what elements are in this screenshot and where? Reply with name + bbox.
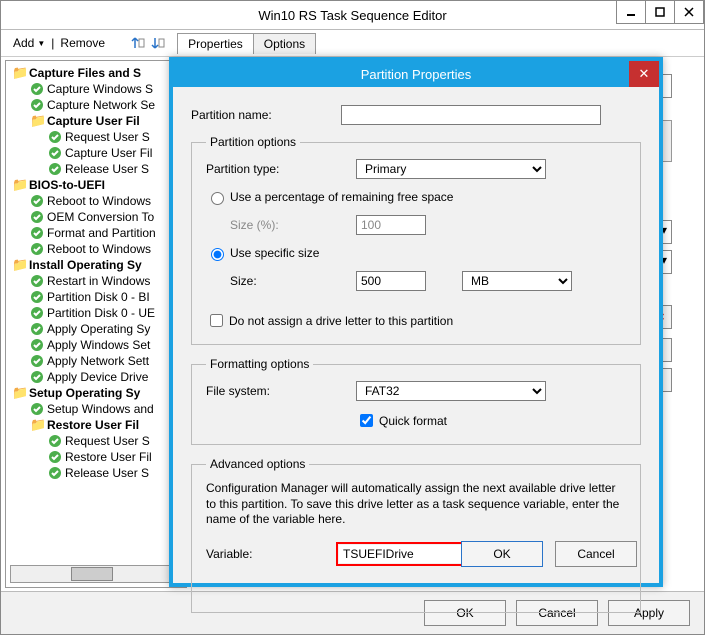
no-drive-letter-checkbox[interactable] [210, 314, 223, 327]
quick-format-label: Quick format [379, 414, 447, 428]
check-icon [30, 338, 44, 352]
size-percent-label: Size (%): [230, 218, 356, 232]
partition-name-label: Partition name: [191, 108, 341, 122]
use-specific-size-label: Use specific size [230, 246, 319, 260]
size-input[interactable] [356, 271, 426, 291]
partition-type-label: Partition type: [206, 162, 356, 176]
move-up-icon[interactable] [131, 36, 145, 50]
modal-cancel-button[interactable]: Cancel [555, 541, 637, 567]
tab-options[interactable]: Options [253, 33, 316, 54]
check-icon [30, 274, 44, 288]
check-icon [48, 146, 62, 160]
remove-button[interactable]: Remove [54, 33, 111, 53]
size-unit-select[interactable]: MB [462, 271, 572, 291]
close-button[interactable] [674, 1, 704, 24]
size-label: Size: [230, 274, 356, 288]
dialog-close-button[interactable]: ✕ [629, 61, 659, 87]
advanced-options-legend: Advanced options [206, 457, 309, 471]
check-icon [30, 226, 44, 240]
horizontal-scrollbar[interactable] [10, 565, 182, 583]
tree-pane[interactable]: 📁Capture Files and S Capture Windows S C… [5, 60, 187, 588]
partition-options-legend: Partition options [206, 135, 300, 149]
check-icon [30, 370, 44, 384]
folder-icon: 📁 [30, 418, 44, 432]
partition-type-select[interactable]: Primary [356, 159, 546, 179]
toolbar: Add▼ | Remove Properties Options [1, 30, 704, 57]
partition-name-input[interactable] [341, 105, 601, 125]
quick-format-checkbox[interactable] [360, 414, 373, 427]
no-drive-letter-label: Do not assign a drive letter to this par… [229, 314, 453, 328]
folder-icon: 📁 [12, 258, 26, 272]
maximize-button[interactable] [645, 1, 675, 24]
check-icon [48, 162, 62, 176]
advanced-description: Configuration Manager will automatically… [206, 481, 626, 528]
dropdown-icon: ▼ [37, 39, 45, 48]
file-system-select[interactable]: FAT32 [356, 381, 546, 401]
formatting-options-legend: Formatting options [206, 357, 313, 371]
advanced-options-group: Advanced options Configuration Manager w… [191, 457, 641, 613]
check-icon [48, 466, 62, 480]
use-percentage-radio[interactable] [211, 192, 224, 205]
check-icon [30, 242, 44, 256]
partition-properties-dialog: Partition Properties ✕ Partition name: P… [169, 57, 663, 587]
move-down-icon[interactable] [151, 36, 165, 50]
dialog-title: Partition Properties [361, 67, 472, 82]
window-title-bar: Win10 RS Task Sequence Editor [1, 1, 704, 30]
size-percent-input [356, 215, 426, 235]
check-icon [30, 194, 44, 208]
variable-label: Variable: [206, 547, 336, 561]
minimize-button[interactable] [616, 1, 646, 24]
check-icon [30, 82, 44, 96]
check-icon [30, 290, 44, 304]
folder-icon: 📁 [12, 386, 26, 400]
use-specific-size-radio[interactable] [211, 248, 224, 261]
file-system-label: File system: [206, 384, 356, 398]
check-icon [30, 402, 44, 416]
window-title: Win10 RS Task Sequence Editor [258, 8, 446, 23]
formatting-options-group: Formatting options File system: FAT32 Qu… [191, 357, 641, 445]
close-icon: ✕ [639, 66, 650, 82]
dialog-title-bar: Partition Properties ✕ [173, 61, 659, 87]
modal-ok-button[interactable]: OK [461, 541, 543, 567]
check-icon [48, 130, 62, 144]
tab-properties[interactable]: Properties [177, 33, 254, 54]
use-percentage-label: Use a percentage of remaining free space [230, 190, 453, 204]
folder-icon: 📁 [12, 178, 26, 192]
check-icon [30, 306, 44, 320]
check-icon [30, 322, 44, 336]
check-icon [48, 450, 62, 464]
check-icon [30, 98, 44, 112]
check-icon [48, 434, 62, 448]
partition-options-group: Partition options Partition type: Primar… [191, 135, 641, 345]
folder-icon: 📁 [30, 114, 44, 128]
add-button[interactable]: Add▼ [7, 33, 51, 53]
folder-icon: 📁 [12, 66, 26, 80]
check-icon [30, 210, 44, 224]
check-icon [30, 354, 44, 368]
